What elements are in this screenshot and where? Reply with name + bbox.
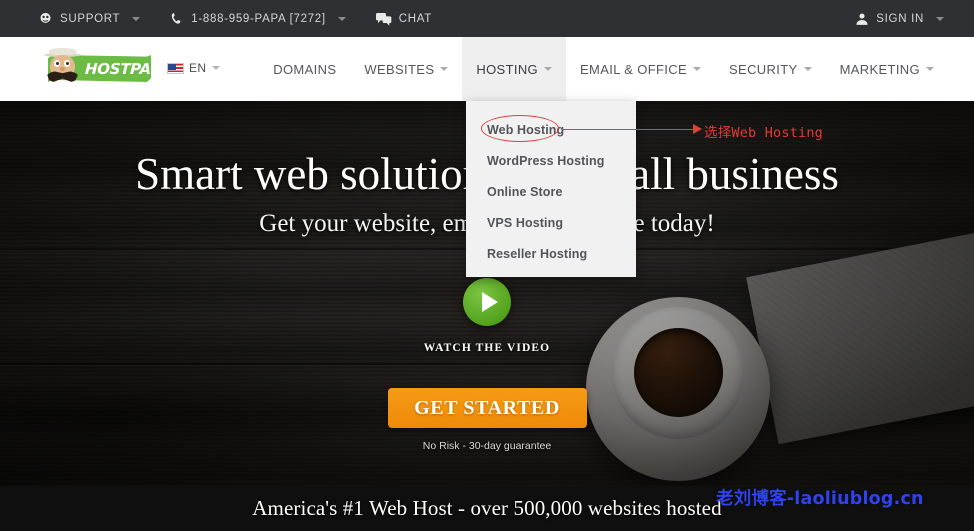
dropdown-item-label: WordPress Hosting bbox=[487, 153, 605, 168]
nav-item-email-and-office[interactable]: EMAIL & OFFICE bbox=[566, 37, 715, 101]
chat-label: CHAT bbox=[398, 12, 433, 25]
chevron-down-icon bbox=[693, 67, 702, 71]
dropdown-item-vps-hosting[interactable]: VPS Hosting bbox=[466, 207, 636, 238]
browser-page: SUPPORT 1-888-959-PAPA [7272] CHAT SIGN … bbox=[0, 0, 974, 531]
watch-video-group: WATCH THE VIDEO bbox=[0, 278, 974, 354]
logo-and-language-group: HOSTPAPA EN bbox=[38, 47, 221, 89]
chevron-down-icon bbox=[212, 66, 221, 70]
chevron-down-icon bbox=[803, 67, 812, 71]
dropdown-item-label: Reseller Hosting bbox=[487, 246, 588, 261]
language-selector[interactable]: EN bbox=[167, 61, 221, 75]
top-utility-right-group: SIGN IN bbox=[855, 12, 944, 26]
nav-label: EMAIL & OFFICE bbox=[580, 61, 688, 77]
hosting-dropdown-menu: Web Hosting WordPress Hosting Online Sto… bbox=[466, 101, 636, 277]
get-started-button[interactable]: GET STARTED bbox=[387, 388, 587, 428]
main-navigation: DOMAINS WEBSITES HOSTING EMAIL & OFFICE … bbox=[259, 37, 948, 101]
guarantee-note: No Risk - 30-day guarantee bbox=[422, 440, 552, 452]
nav-label: DOMAINS bbox=[273, 61, 337, 77]
sign-in-label: SIGN IN bbox=[876, 12, 924, 25]
chat-bubbles-icon bbox=[375, 12, 392, 26]
play-triangle-glyph bbox=[481, 292, 498, 312]
phone-number-menu[interactable]: 1-888-959-PAPA [7272] bbox=[170, 12, 346, 26]
dropdown-item-label: Web Hosting bbox=[487, 122, 565, 137]
us-flag-icon bbox=[167, 62, 184, 74]
chat-link[interactable]: CHAT bbox=[375, 12, 433, 26]
chevron-down-icon bbox=[132, 16, 141, 21]
papa-mascot-icon bbox=[42, 47, 84, 89]
watermark: 老刘博客-laoliublog.cn bbox=[716, 489, 924, 509]
support-label: SUPPORT bbox=[60, 12, 121, 25]
top-utility-left-group: SUPPORT 1-888-959-PAPA [7272] CHAT bbox=[38, 11, 432, 26]
hostpapa-logo[interactable]: HOSTPAPA bbox=[38, 47, 172, 89]
phone-number-label: 1-888-959-PAPA [7272] bbox=[191, 12, 326, 25]
phone-icon bbox=[170, 12, 184, 26]
dropdown-item-web-hosting[interactable]: Web Hosting bbox=[466, 114, 636, 145]
logo-wordmark: HOSTPAPA bbox=[84, 60, 172, 78]
top-utility-bar: SUPPORT 1-888-959-PAPA [7272] CHAT SIGN … bbox=[0, 0, 974, 37]
dropdown-item-reseller-hosting[interactable]: Reseller Hosting bbox=[466, 238, 636, 269]
site-header: HOSTPAPA EN DOMAINS WEBSITES HOSTING EMA… bbox=[0, 37, 974, 101]
nav-label: SECURITY bbox=[729, 61, 798, 77]
support-menu[interactable]: SUPPORT bbox=[38, 11, 141, 26]
nav-item-domains[interactable]: DOMAINS bbox=[259, 37, 350, 101]
headset-support-icon bbox=[38, 11, 53, 26]
user-icon bbox=[855, 12, 869, 26]
tagline-text: America's #1 Web Host - over 500,000 web… bbox=[252, 496, 722, 520]
dropdown-item-label: Online Store bbox=[487, 184, 563, 199]
chevron-down-icon bbox=[926, 67, 934, 71]
cta-group: GET STARTED No Risk - 30-day guarantee bbox=[0, 388, 974, 452]
chevron-down-icon bbox=[440, 67, 449, 71]
dropdown-item-wordpress-hosting[interactable]: WordPress Hosting bbox=[466, 145, 636, 176]
chevron-down-icon bbox=[936, 16, 944, 21]
dropdown-item-online-store[interactable]: Online Store bbox=[466, 176, 636, 207]
play-icon[interactable] bbox=[463, 278, 511, 326]
language-label: EN bbox=[189, 61, 207, 75]
sign-in-menu[interactable]: SIGN IN bbox=[855, 12, 944, 26]
nav-item-marketing[interactable]: MARKETING bbox=[826, 37, 948, 101]
nav-label: WEBSITES bbox=[364, 61, 435, 77]
chevron-down-icon bbox=[544, 67, 553, 71]
dropdown-item-label: VPS Hosting bbox=[487, 215, 564, 230]
nav-item-websites[interactable]: WEBSITES bbox=[350, 37, 462, 101]
nav-item-hosting[interactable]: HOSTING bbox=[462, 37, 567, 101]
nav-label: HOSTING bbox=[476, 61, 539, 77]
nav-item-security[interactable]: SECURITY bbox=[715, 37, 826, 101]
watch-the-video-label[interactable]: WATCH THE VIDEO bbox=[424, 342, 550, 354]
chevron-down-icon bbox=[337, 16, 346, 21]
nav-label: MARKETING bbox=[839, 61, 920, 77]
